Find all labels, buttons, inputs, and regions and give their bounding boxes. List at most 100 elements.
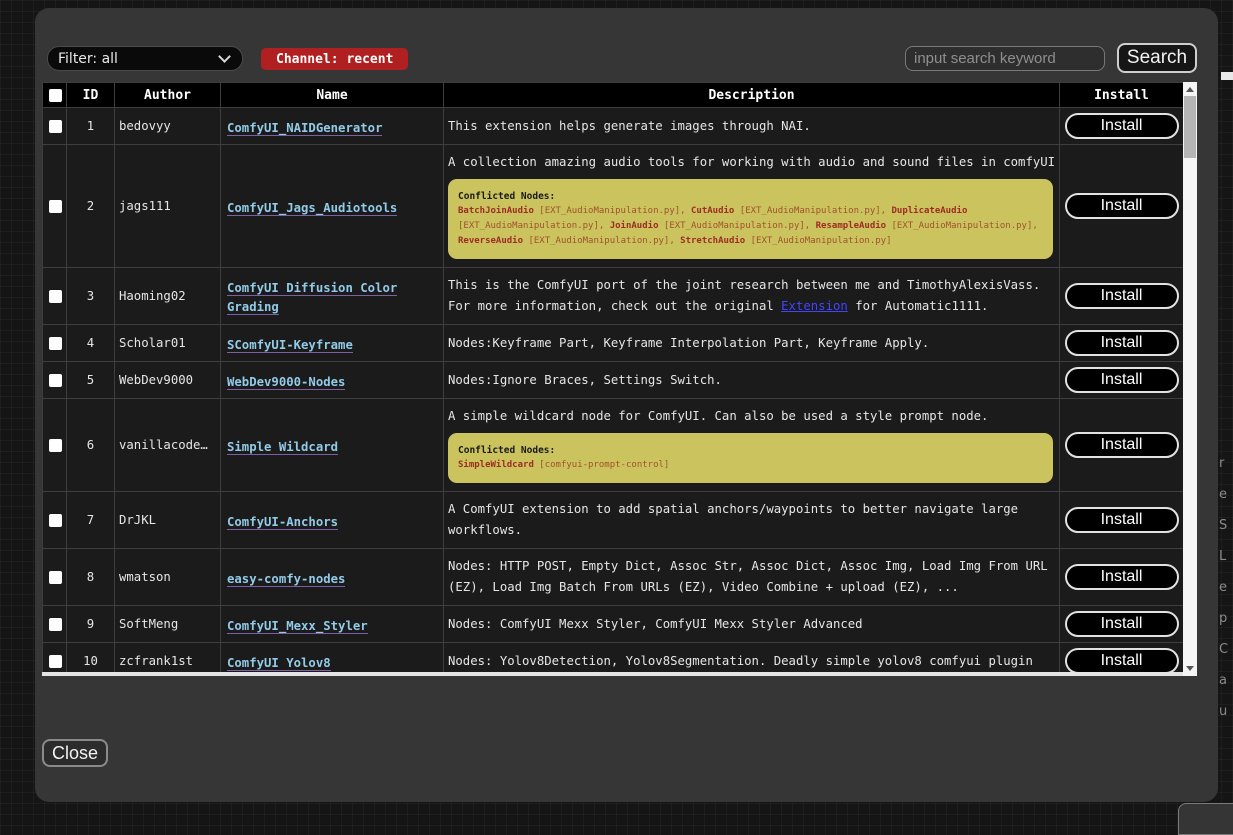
filter-select-label: Filter: all	[58, 51, 118, 67]
extension-name-link[interactable]: ComfyUI_NAIDGenerator	[227, 121, 382, 136]
row-id: 9	[67, 606, 115, 643]
row-author: DrJKL	[115, 492, 221, 549]
conflict-node-source: [EXT_AudioManipulation.py],	[892, 221, 1038, 231]
filter-select[interactable]: Filter: all	[47, 46, 243, 71]
row-description: Nodes: ComfyUI Mexx Styler, ComfyUI Mexx…	[444, 606, 1060, 643]
install-button[interactable]: Install	[1065, 193, 1179, 219]
scroll-down-arrow-icon[interactable]	[1186, 666, 1194, 671]
install-button[interactable]: Install	[1065, 611, 1179, 637]
row-description: A collection amazing audio tools for wor…	[444, 145, 1060, 268]
conflict-node-name: StretchAudio	[680, 236, 745, 246]
row-author: wmatson	[115, 549, 221, 606]
conflict-node-source: [EXT_AudioManipulation.py],	[458, 221, 610, 231]
conflict-node-name: JoinAudio	[610, 221, 659, 231]
row-description: Nodes:Ignore Braces, Settings Switch.	[444, 362, 1060, 399]
table-scrollbar[interactable]	[1183, 82, 1197, 676]
row-id: 1	[67, 108, 115, 145]
install-button[interactable]: Install	[1065, 648, 1179, 674]
install-button[interactable]: Install	[1065, 113, 1179, 139]
row-checkbox[interactable]	[49, 290, 62, 303]
row-checkbox[interactable]	[49, 618, 62, 631]
conflicted-nodes-warning: Conflicted Nodes:SimpleWildcard [comfyui…	[448, 433, 1053, 483]
install-button[interactable]: Install	[1065, 283, 1179, 309]
extension-name-link[interactable]: ComfyUI_Jags_Audiotools	[227, 201, 397, 216]
scrollbar-thumb[interactable]	[1184, 96, 1196, 158]
background-fragment	[1221, 72, 1233, 80]
row-checkbox[interactable]	[49, 374, 62, 387]
table-header: ID Author Name Description Install	[43, 83, 1184, 108]
select-all-checkbox[interactable]	[49, 89, 62, 102]
row-id: 5	[67, 362, 115, 399]
row-author: jags111	[115, 145, 221, 268]
conflict-node-source: [EXT_AudioManipulation.py],	[539, 206, 691, 216]
extension-name-link[interactable]: easy-comfy-nodes	[227, 572, 345, 587]
conflict-node-name: SimpleWildcard	[458, 460, 534, 470]
install-button[interactable]: Install	[1065, 432, 1179, 458]
extension-name-link[interactable]: WebDev9000-Nodes	[227, 375, 345, 390]
chevron-down-icon	[218, 50, 231, 63]
extension-name-link[interactable]: Simple Wildcard	[227, 440, 338, 455]
conflict-node-name: BatchJoinAudio	[458, 206, 534, 216]
search-input[interactable]	[905, 46, 1105, 71]
custom-nodes-install-dialog: Filter: all Channel: recent Search ID Au…	[35, 8, 1218, 802]
header-description: Description	[444, 83, 1060, 108]
row-checkbox[interactable]	[49, 337, 62, 350]
install-button[interactable]: Install	[1065, 330, 1179, 356]
table-row: 6vanillacode… Simple Wildcard A simple wil…	[43, 399, 1184, 492]
row-checkbox[interactable]	[49, 655, 62, 668]
row-author: vanillacode…	[115, 399, 221, 492]
extension-name-link[interactable]: SComfyUI-Keyframe	[227, 338, 353, 353]
row-id: 8	[67, 549, 115, 606]
table-row: 2jags111 ComfyUI_Jags_Audiotools A collect…	[43, 145, 1184, 268]
row-id: 3	[67, 268, 115, 325]
header-name: Name	[221, 83, 444, 108]
row-author: bedovyy	[115, 108, 221, 145]
conflict-node-name: CutAudio	[691, 206, 734, 216]
header-install: Install	[1060, 83, 1184, 108]
row-description: Nodes: Yolov8Detection, Yolov8Segmentati…	[444, 643, 1060, 677]
row-author: Haoming02	[115, 268, 221, 325]
row-checkbox[interactable]	[49, 514, 62, 527]
extension-name-link[interactable]: ComfyUI-Anchors	[227, 515, 338, 530]
row-id: 4	[67, 325, 115, 362]
conflicted-nodes-warning: Conflicted Nodes:BatchJoinAudio [EXT_Aud…	[448, 179, 1053, 259]
description-link[interactable]: Extension	[781, 299, 848, 313]
row-description: This is the ComfyUI port of the joint re…	[444, 268, 1060, 325]
row-author: SoftMeng	[115, 606, 221, 643]
row-checkbox[interactable]	[49, 120, 62, 133]
row-id: 6	[67, 399, 115, 492]
close-button[interactable]: Close	[42, 739, 108, 767]
row-checkbox[interactable]	[49, 439, 62, 452]
table-row: 9SoftMeng ComfyUI_Mexx_Styler Nodes: Comfy…	[43, 606, 1184, 643]
conflict-node-source: [EXT_AudioManipulation.py],	[664, 221, 816, 231]
search-button[interactable]: Search	[1117, 43, 1197, 73]
header-id: ID	[67, 83, 115, 108]
table-row: 8wmatsoneasy-comfy-nodesNodes: HTTP POST…	[43, 549, 1184, 606]
row-checkbox[interactable]	[49, 200, 62, 213]
background-menu-text-fragments: reSLepCau	[1219, 448, 1232, 727]
channel-badge: Channel: recent	[261, 48, 408, 70]
install-button[interactable]: Install	[1065, 564, 1179, 590]
row-author: Scholar01	[115, 325, 221, 362]
row-author: zcfrank1st	[115, 643, 221, 677]
table-bottom-edge	[42, 672, 1183, 676]
conflict-node-name: ReverseAudio	[458, 236, 523, 246]
conflicted-nodes-title: Conflicted Nodes:	[458, 443, 1043, 458]
install-button[interactable]: Install	[1065, 367, 1179, 393]
extension-name-link[interactable]: ComfyUI_Mexx_Styler	[227, 619, 368, 634]
row-checkbox[interactable]	[49, 571, 62, 584]
header-author: Author	[115, 83, 221, 108]
background-partial-button	[1178, 803, 1233, 835]
conflict-node-source: [EXT_AudioManipulation.py],	[740, 206, 892, 216]
extension-name-link[interactable]: ComfyUI Diffusion Color Grading	[227, 281, 397, 315]
conflict-node-name: ResampleAudio	[816, 221, 886, 231]
row-author: WebDev9000	[115, 362, 221, 399]
install-button[interactable]: Install	[1065, 507, 1179, 533]
row-id: 2	[67, 145, 115, 268]
conflict-node-source: [EXT_AudioManipulation.py]	[751, 236, 892, 246]
row-description: A simple wildcard node for ComfyUI. Can …	[444, 399, 1060, 492]
scroll-up-arrow-icon[interactable]	[1186, 87, 1194, 92]
conflict-node-source: [EXT_AudioManipulation.py],	[528, 236, 680, 246]
extension-name-link[interactable]: ComfyUI Yolov8	[227, 656, 331, 671]
table-row: 10zcfrank1stComfyUI Yolov8Nodes: Yolov8D…	[43, 643, 1184, 677]
